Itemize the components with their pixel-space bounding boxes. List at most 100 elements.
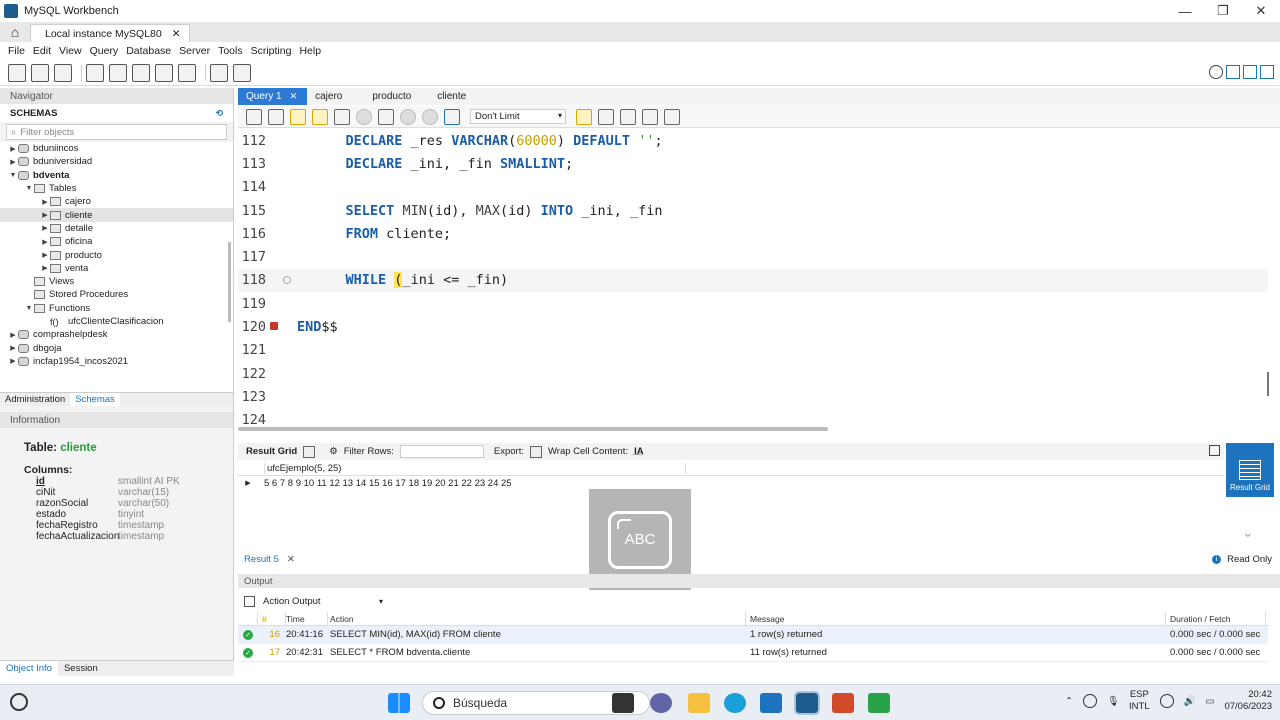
maximize-button[interactable]: ❐ xyxy=(1204,0,1242,22)
menu-query[interactable]: Query xyxy=(90,45,119,57)
battery-icon[interactable]: ▭ xyxy=(1205,696,1214,707)
error-marker-icon[interactable] xyxy=(270,322,278,331)
toggle-secondary-sidebar-icon[interactable] xyxy=(1260,65,1274,79)
result-cell[interactable]: 5 6 7 8 9 10 11 12 13 14 15 16 17 18 19 … xyxy=(264,478,512,489)
editor-line[interactable]: 113 DECLARE _ini, _fin SMALLINT; xyxy=(238,152,1268,175)
menu-view[interactable]: View xyxy=(59,45,82,57)
chevron-up-icon[interactable]: ⌃ xyxy=(1065,696,1073,707)
chevron-down-icon[interactable]: ⌄ xyxy=(1242,524,1254,541)
tree-item[interactable]: ▼ bdventa xyxy=(0,169,233,182)
execute-icon[interactable] xyxy=(290,108,306,125)
open-sql-script-icon[interactable] xyxy=(31,63,49,82)
tree-scrollbar[interactable] xyxy=(228,242,231,322)
editor-line[interactable]: 122 xyxy=(238,362,1268,385)
col-message[interactable]: Message xyxy=(746,611,1166,626)
editor-line[interactable]: 116 FROM cliente; xyxy=(238,222,1268,245)
settings-icon[interactable] xyxy=(1209,65,1223,79)
editor-line[interactable]: 124 xyxy=(238,409,1268,425)
collapsed-arrow-icon[interactable]: ▶ xyxy=(40,238,50,246)
tree-item[interactable]: ▶ bduniincos xyxy=(0,142,233,155)
language-indicator[interactable]: ESP INTL xyxy=(1129,689,1150,713)
col-number[interactable]: # xyxy=(258,611,286,626)
network-icon[interactable] xyxy=(1082,694,1097,708)
tree-item[interactable]: Views xyxy=(0,275,233,288)
connection-tab[interactable]: Local instance MySQL80 ✕ xyxy=(30,24,190,42)
globe-icon[interactable] xyxy=(1159,694,1174,708)
collapsed-arrow-icon[interactable]: ▶ xyxy=(40,251,50,259)
tree-item[interactable]: ▶ bduniversidad xyxy=(0,155,233,168)
commit-icon[interactable] xyxy=(400,108,416,125)
add-snippet-icon[interactable] xyxy=(576,108,592,125)
tab-session[interactable]: Session xyxy=(58,661,104,676)
tree-item[interactable]: ▶ cajero xyxy=(0,195,233,208)
search-table-data-icon[interactable] xyxy=(210,63,228,82)
windows-start-icon[interactable] xyxy=(388,693,410,713)
tree-item[interactable]: ▶ incfap1954_incos2021 xyxy=(0,355,233,368)
app-icon[interactable] xyxy=(10,693,28,711)
store-icon[interactable] xyxy=(760,693,782,713)
create-function-icon[interactable] xyxy=(178,63,196,82)
mysql-workbench-taskbar-icon[interactable] xyxy=(794,691,820,715)
tree-item[interactable]: ▼ Tables xyxy=(0,182,233,195)
collapsed-arrow-icon[interactable]: ▶ xyxy=(8,344,18,352)
rollback-icon[interactable] xyxy=(422,108,438,125)
tab-result-5[interactable]: Result 5 ✕ xyxy=(238,554,295,565)
grid-icon[interactable] xyxy=(303,445,316,458)
connection-tab-close-icon[interactable]: ✕ xyxy=(172,28,181,40)
tree-item[interactable]: ▶ dbgoja xyxy=(0,341,233,354)
menu-tools[interactable]: Tools xyxy=(218,45,243,57)
powerpoint-icon[interactable] xyxy=(832,693,854,713)
col-duration[interactable]: Duration / Fetch xyxy=(1166,611,1266,626)
explain-icon[interactable] xyxy=(334,108,350,125)
menu-edit[interactable]: Edit xyxy=(33,45,51,57)
tab-cliente[interactable]: cliente xyxy=(429,88,476,105)
file-explorer-icon[interactable] xyxy=(688,693,710,713)
home-icon[interactable]: ⌂ xyxy=(0,22,30,42)
limit-select[interactable]: Don't Limit xyxy=(470,109,566,124)
collapsed-arrow-icon[interactable]: ▶ xyxy=(40,198,50,206)
editor-line[interactable]: 121 xyxy=(238,339,1268,362)
copy-icon[interactable] xyxy=(244,595,255,607)
tree-item[interactable]: ▶ producto xyxy=(0,248,233,261)
expanded-arrow-icon[interactable]: ▼ xyxy=(24,185,34,192)
filter-rows-input[interactable] xyxy=(399,445,484,458)
create-schema-icon[interactable] xyxy=(86,63,104,82)
editor-line[interactable]: 119 xyxy=(238,292,1268,315)
reconnect-icon[interactable] xyxy=(233,63,251,82)
col-action[interactable]: Action xyxy=(328,611,746,626)
beautify-icon[interactable] xyxy=(598,108,614,125)
code-text[interactable]: DECLARE _res VARCHAR(60000) DEFAULT ''; xyxy=(313,133,663,149)
editor-horizontal-scrollbar[interactable] xyxy=(238,427,828,431)
collapsed-arrow-icon[interactable]: ▶ xyxy=(8,145,18,153)
tab-producto[interactable]: producto xyxy=(364,88,421,105)
menu-database[interactable]: Database xyxy=(126,45,171,57)
editor-line[interactable]: 112 DECLARE _res VARCHAR(60000) DEFAULT … xyxy=(238,129,1268,152)
microphone-icon[interactable]: 🎙 xyxy=(1107,696,1119,707)
toggle-output-icon[interactable] xyxy=(1243,65,1257,79)
tree-item[interactable]: ▶ cliente xyxy=(0,208,233,222)
col-time[interactable]: Time xyxy=(286,611,328,626)
create-procedure-icon[interactable] xyxy=(155,63,173,82)
code-text[interactable]: WHILE (_ini <= _fin) xyxy=(313,272,508,289)
tree-item[interactable]: ▶ comprashelpdesk xyxy=(0,328,233,341)
export-icon[interactable] xyxy=(530,445,542,458)
output-row[interactable]: ✓ 17 20:42:31 SELECT * FROM bdventa.cliente… xyxy=(238,644,1268,662)
fold-marker-icon[interactable] xyxy=(283,275,291,284)
tree-item[interactable]: ▶ oficina xyxy=(0,235,233,248)
collapsed-arrow-icon[interactable]: ▶ xyxy=(40,264,50,272)
find-icon[interactable] xyxy=(620,108,636,125)
create-view-icon[interactable] xyxy=(132,63,150,82)
autocommit-icon[interactable] xyxy=(444,108,460,125)
tree-item[interactable]: f() ufcClienteClasificacion xyxy=(0,315,233,328)
code-text[interactable]: DECLARE _ini, _fin SMALLINT; xyxy=(313,156,574,172)
execute-current-icon[interactable] xyxy=(312,108,328,125)
menu-file[interactable]: File xyxy=(8,45,25,57)
editor-line[interactable]: 114 xyxy=(238,176,1268,199)
code-text[interactable]: END$$ xyxy=(297,319,338,335)
sql-editor[interactable]: 112 DECLARE _res VARCHAR(60000) DEFAULT … xyxy=(238,129,1268,425)
tab-cajero[interactable]: cajero xyxy=(307,88,352,105)
tab-object-info[interactable]: Object Info xyxy=(0,661,58,676)
editor-line[interactable]: 120 END$$ xyxy=(238,315,1268,338)
tab-schemas[interactable]: Schemas xyxy=(70,393,120,406)
new-sql-tab-icon[interactable] xyxy=(8,63,26,82)
